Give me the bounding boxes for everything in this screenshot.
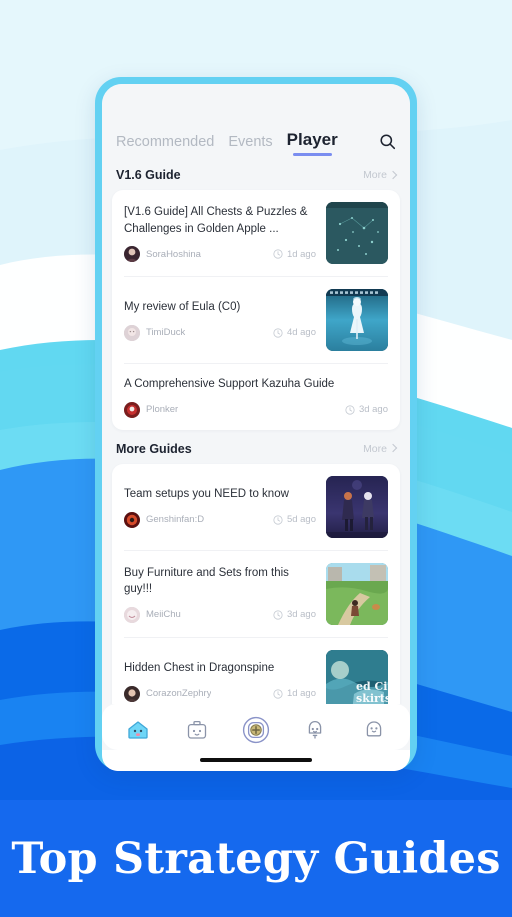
home-indicator-bar — [200, 757, 312, 762]
post-title: [V1.6 Guide] All Chests & Puzzles & Chal… — [124, 205, 308, 235]
post-thumbnail[interactable] — [326, 562, 388, 625]
post-author: SoraHoshina — [146, 248, 201, 260]
post-author: MeiiChu — [146, 609, 181, 621]
post-time: 5d ago — [273, 514, 316, 525]
avatar — [124, 606, 140, 623]
section-more-link[interactable]: More — [363, 442, 398, 455]
post-author: Plonker — [146, 404, 179, 416]
post-main: Hidden Chest in Dragonspine CorazonZephr… — [124, 660, 316, 702]
post-author: CorazonZephry — [146, 688, 212, 699]
avatar — [124, 246, 140, 263]
post-time: 1d ago — [273, 249, 316, 260]
post-meta: MeiiChu 3d ago — [124, 606, 316, 623]
guide-card-more: Team setups you NEED to know Genshinfan:… — [112, 463, 400, 704]
avatar — [124, 324, 140, 341]
post-main: Buy Furniture and Sets from this guy!!! … — [124, 565, 316, 623]
section-more-label: More — [363, 442, 387, 455]
post-time-label: 5d ago — [286, 514, 316, 525]
nav-notifications[interactable] — [295, 714, 335, 746]
post-title: My review of Eula (C0) — [124, 301, 241, 314]
post-main: [V1.6 Guide] All Chests & Puzzles & Chal… — [124, 204, 316, 263]
post-thumbnail[interactable] — [326, 475, 388, 538]
post-main: Team setups you NEED to know Genshinfan:… — [124, 486, 316, 528]
avatar — [124, 511, 140, 528]
post-time-label: 1d ago — [286, 688, 316, 699]
post-title: Team setups you NEED to know — [124, 487, 289, 500]
post-time-label: 3d ago — [286, 609, 316, 621]
add-plus-icon — [242, 716, 270, 743]
post-title: Buy Furniture and Sets from this guy!!! — [124, 566, 289, 596]
nav-toolbox[interactable] — [177, 714, 217, 746]
profile-ghost-icon — [366, 720, 382, 736]
post-author: TimiDuck — [146, 327, 186, 339]
guide-card-v16: [V1.6 Guide] All Chests & Puzzles & Chal… — [112, 190, 400, 430]
tab-player[interactable]: Player — [287, 130, 338, 156]
chevron-right-icon — [388, 170, 398, 179]
clock-icon — [273, 249, 283, 259]
clock-icon — [273, 610, 283, 620]
tab-recommended[interactable]: Recommended — [116, 134, 214, 156]
nav-home[interactable] — [118, 714, 158, 746]
avatar — [124, 685, 140, 702]
search-button[interactable] — [379, 133, 396, 156]
section-more-label: More — [363, 169, 387, 181]
post-meta: CorazonZephry 1d ago — [124, 685, 316, 702]
section-title: More Guides — [116, 441, 192, 456]
home-indicator[interactable] — [102, 749, 410, 771]
nav-add[interactable] — [236, 714, 276, 746]
nav-profile[interactable] — [354, 714, 394, 746]
caption-banner: Top Strategy Guides — [0, 800, 512, 917]
post-time: 3d ago — [273, 609, 316, 620]
bottom-navigation — [102, 703, 410, 750]
post-author: Genshinfan:D — [146, 514, 205, 525]
post-thumbnail[interactable] — [326, 202, 388, 264]
toolbox-icon — [187, 720, 207, 739]
feed-content[interactable]: V1.6 Guide More [V1.6 Guide] All Chests … — [102, 156, 410, 704]
list-item[interactable]: [V1.6 Guide] All Chests & Puzzles & Chal… — [124, 190, 388, 277]
section-header-more-guides: More Guides More — [112, 430, 400, 464]
bell-icon — [308, 720, 322, 739]
post-time: 3d ago — [345, 404, 388, 415]
tab-events[interactable]: Events — [228, 134, 272, 156]
top-tab-bar: Recommended Events Player — [102, 84, 410, 156]
post-time-label: 1d ago — [286, 248, 316, 260]
list-item[interactable]: A Comprehensive Support Kazuha Guide Plo… — [124, 364, 388, 430]
svg-text:skirts: skirts — [356, 692, 388, 704]
clock-icon — [273, 514, 283, 525]
post-meta: TimiDuck 4d ago — [124, 324, 316, 341]
post-time: 4d ago — [273, 327, 316, 338]
post-time-label: 4d ago — [286, 327, 316, 339]
list-item[interactable]: Buy Furniture and Sets from this guy!!! … — [124, 551, 388, 638]
section-title: V1.6 Guide — [116, 168, 181, 182]
chevron-right-icon — [388, 443, 398, 453]
clock-icon — [273, 688, 283, 699]
section-more-link[interactable]: More — [363, 169, 398, 181]
avatar — [124, 401, 140, 418]
search-icon — [380, 134, 396, 150]
section-header-v16-guide: V1.6 Guide More — [112, 156, 400, 190]
list-item[interactable]: Team setups you NEED to know Genshinfan:… — [124, 464, 388, 551]
post-thumbnail[interactable] — [326, 289, 388, 351]
post-time-label: 3d ago — [358, 404, 388, 416]
post-main: My review of Eula (C0) TimiDuck 4d ago — [124, 299, 316, 341]
list-item[interactable]: Hidden Chest in Dragonspine CorazonZephr… — [124, 638, 388, 704]
list-item[interactable]: My review of Eula (C0) TimiDuck 4d ago — [124, 277, 388, 364]
phone-frame: Recommended Events Player V1.6 Guide Mor… — [95, 77, 417, 771]
post-title: Hidden Chest in Dragonspine — [124, 661, 275, 674]
post-meta: SoraHoshina 1d ago — [124, 246, 316, 263]
clock-icon — [273, 328, 283, 338]
home-ghost-icon — [128, 720, 148, 739]
post-thumbnail[interactable]: ed City skirts — [326, 649, 388, 704]
caption-text: Top Strategy Guides — [11, 833, 501, 884]
post-title: A Comprehensive Support Kazuha Guide — [124, 378, 335, 390]
clock-icon — [345, 405, 355, 415]
post-meta: Genshinfan:D 5d ago — [124, 511, 316, 528]
post-meta: Plonker 3d ago — [124, 401, 388, 418]
screenshot-root: Recommended Events Player V1.6 Guide Mor… — [0, 0, 512, 917]
post-main: A Comprehensive Support Kazuha Guide Plo… — [124, 376, 388, 418]
post-time: 1d ago — [273, 688, 316, 699]
phone-screen: Recommended Events Player V1.6 Guide Mor… — [102, 84, 410, 771]
